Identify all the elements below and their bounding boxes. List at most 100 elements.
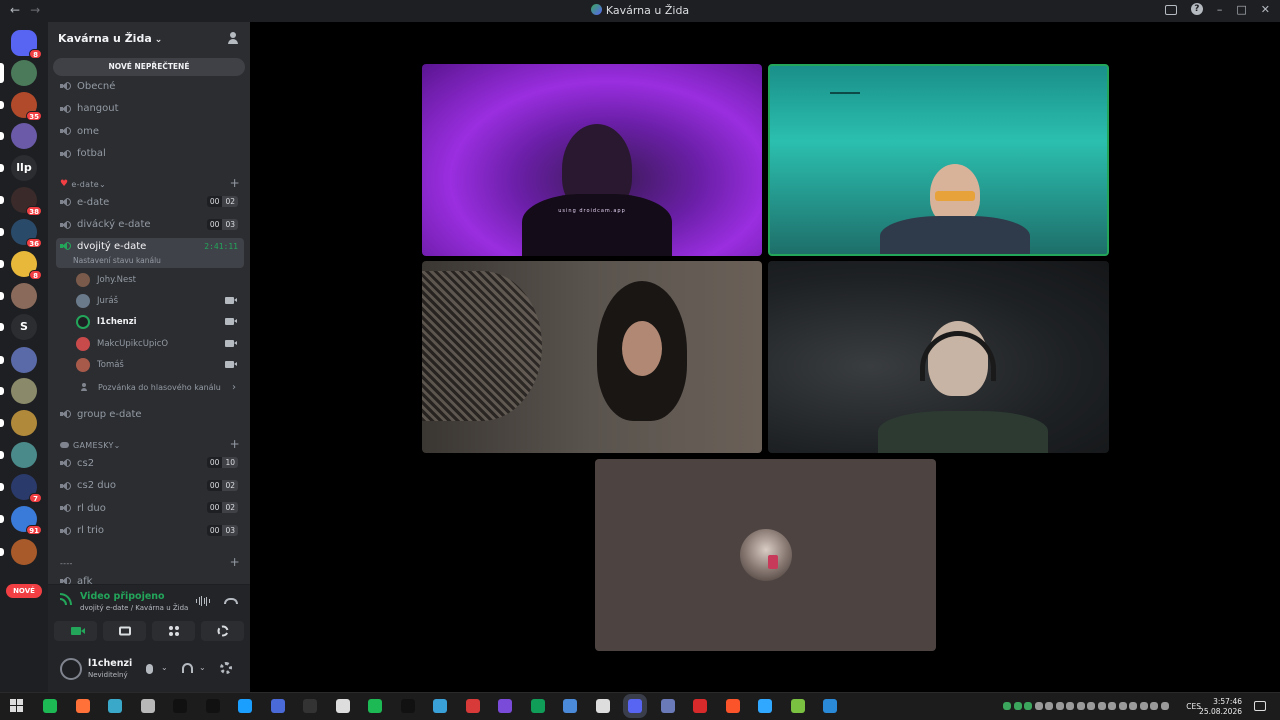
server-icon[interactable]: 8: [0, 251, 42, 280]
server-icon[interactable]: 91: [0, 506, 42, 535]
gear-icon[interactable]: [220, 662, 232, 674]
taskbar-app-icon[interactable]: [790, 699, 805, 713]
tray-icon[interactable]: [1118, 702, 1127, 710]
taskbar-app-icon[interactable]: [173, 699, 187, 713]
channel-category[interactable]: ♥ e-date ⌄ +: [60, 176, 244, 191]
channel-status-setting[interactable]: Nastavení stavu kanálu: [73, 256, 161, 265]
voice-channel[interactable]: e-date 00 02: [56, 192, 244, 212]
notification-icon[interactable]: [1254, 701, 1266, 711]
voice-channel[interactable]: rl duo 00 02: [56, 498, 244, 518]
taskbar-app-icon[interactable]: [725, 699, 740, 713]
voice-user[interactable]: l1chenzi: [76, 313, 244, 331]
taskbar-app-icon[interactable]: [595, 699, 610, 713]
system-clock[interactable]: 3:57:46 25.08.2026: [1199, 697, 1242, 717]
server-icon[interactable]: [0, 123, 37, 149]
server-icon[interactable]: [0, 347, 37, 373]
taskbar-app-icon[interactable]: [303, 699, 317, 713]
headset-icon[interactable]: [182, 663, 193, 673]
add-user-icon[interactable]: [228, 32, 240, 44]
tray-icon[interactable]: [1108, 702, 1116, 710]
new-servers-pill[interactable]: NOVÉ: [6, 584, 42, 598]
chevron-down-icon[interactable]: ⌄: [199, 663, 206, 672]
voice-channel[interactable]: group e-date: [56, 404, 244, 424]
server-name[interactable]: Kavárna u Žida ⌄: [58, 32, 162, 45]
tray-icon[interactable]: [1150, 702, 1158, 710]
tray-icon[interactable]: [1076, 702, 1085, 710]
voice-status[interactable]: Video připojeno: [80, 591, 165, 602]
server-icon[interactable]: [0, 539, 37, 565]
microphone-icon[interactable]: [146, 664, 153, 674]
server-icon[interactable]: [0, 60, 37, 86]
video-tile[interactable]: [422, 261, 762, 453]
server-icon[interactable]: 38: [0, 187, 42, 216]
voice-channel[interactable]: divácký e-date 00 03: [56, 215, 244, 235]
windows-start-icon[interactable]: [10, 699, 24, 713]
taskbar-app-icon[interactable]: [238, 699, 252, 713]
server-icon[interactable]: [0, 283, 37, 309]
create-channel-icon[interactable]: +: [230, 437, 240, 451]
taskbar-app-icon[interactable]: [758, 699, 772, 713]
server-icon[interactable]: [0, 378, 37, 404]
taskbar-app-icon[interactable]: [433, 699, 447, 713]
voice-channel[interactable]: cs2 duo 00 02: [56, 476, 244, 496]
tray-icon[interactable]: [1066, 702, 1074, 710]
taskbar-app-icon[interactable]: [530, 699, 545, 713]
taskbar-app-icon[interactable]: [335, 699, 350, 713]
channel-category[interactable]: ---- +: [60, 555, 244, 570]
taskbar-app-icon[interactable]: [140, 699, 155, 713]
voice-user[interactable]: Tomáš: [76, 356, 244, 374]
taskbar-app-icon[interactable]: [693, 699, 707, 713]
video-tile-speaking[interactable]: [768, 64, 1109, 256]
chevron-down-icon[interactable]: ⌄: [161, 663, 168, 672]
taskbar-app-icon[interactable]: [823, 699, 837, 713]
close-button[interactable]: ✕: [1261, 3, 1270, 16]
taskbar-app-icon[interactable]: [563, 699, 577, 713]
server-header[interactable]: Kavárna u Žida ⌄: [48, 22, 250, 54]
activity-button[interactable]: [152, 621, 195, 641]
screen-share-button[interactable]: [103, 621, 146, 641]
server-icon[interactable]: llp: [0, 155, 37, 181]
server-icon[interactable]: [0, 410, 37, 436]
taskbar-app-icon[interactable]: [205, 699, 220, 713]
taskbar-app-icon[interactable]: [75, 699, 90, 713]
noise-suppression-icon[interactable]: [196, 596, 210, 606]
disconnect-icon[interactable]: [224, 598, 238, 604]
voice-location[interactable]: dvojitý e-date / Kavárna u Žida: [80, 604, 188, 612]
voice-user[interactable]: Juráš: [76, 292, 244, 310]
voice-channel[interactable]: fotbal: [56, 144, 244, 164]
voice-channel[interactable]: ome: [56, 121, 244, 141]
audio-only-tile[interactable]: [595, 459, 936, 651]
video-tile[interactable]: using droidcam.app: [422, 64, 762, 256]
voice-channel[interactable]: cs2 00 10: [56, 453, 244, 473]
video-tile[interactable]: [768, 261, 1109, 453]
taskbar-app-icon[interactable]: [108, 699, 122, 713]
taskbar-app-icon[interactable]: [270, 699, 285, 713]
inbox-icon[interactable]: [1164, 5, 1177, 15]
create-channel-icon[interactable]: +: [230, 555, 240, 569]
tray-icon[interactable]: [1097, 702, 1106, 710]
channel-category[interactable]: GAMESKY ⌄ +: [60, 437, 244, 452]
minimize-button[interactable]: –: [1217, 3, 1223, 16]
soundboard-button[interactable]: [201, 621, 244, 641]
voice-channel[interactable]: dvojitý e-date 2:41:11 Nastavení stavu kan…: [56, 238, 244, 268]
voice-channel[interactable]: hangout: [56, 99, 244, 119]
tray-icon[interactable]: [1055, 702, 1064, 710]
tray-icon[interactable]: [1024, 702, 1032, 710]
tray-icon[interactable]: [1034, 702, 1043, 710]
server-icon[interactable]: S: [0, 314, 37, 340]
avatar[interactable]: [60, 658, 82, 680]
taskbar-app-icon[interactable]: [465, 699, 480, 713]
tray-icon[interactable]: [1013, 702, 1022, 710]
tray-icon[interactable]: [1160, 702, 1169, 710]
voice-channel[interactable]: Obecné: [56, 78, 244, 96]
server-icon[interactable]: 7: [0, 474, 42, 503]
tray-icon[interactable]: [1087, 702, 1095, 710]
tray-icon[interactable]: [1045, 702, 1053, 710]
create-channel-icon[interactable]: +: [230, 176, 240, 190]
taskbar-app-icon[interactable]: [660, 699, 675, 713]
maximize-button[interactable]: □: [1236, 3, 1246, 16]
voice-user[interactable]: MakcUpikcUpicO: [76, 335, 244, 353]
new-unread-button[interactable]: NOVÉ NEPŘEČTENÉ: [53, 58, 245, 76]
taskbar-app-icon[interactable]: [628, 699, 642, 713]
server-icon[interactable]: 36: [0, 219, 42, 248]
